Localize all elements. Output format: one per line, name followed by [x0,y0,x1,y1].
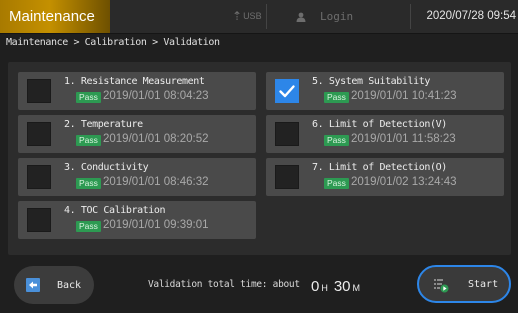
item-timestamp: 2019/01/01 10:41:23 [351,90,457,102]
start-label: Start [468,279,499,290]
checkbox[interactable] [275,122,299,146]
validation-item[interactable]: 7. Limit of Detection(O) Pass 2019/01/02 1… [266,158,504,196]
item-title: 2. Temperature [64,119,143,130]
divider [410,4,411,29]
about-label: about [272,279,300,290]
item-title: 3. Conductivity [64,162,149,173]
login-label: Login [320,10,354,23]
hours-value: 0 [311,278,320,295]
status-badge: Pass [324,135,349,146]
checkbox[interactable] [27,79,51,103]
status-badge: Pass [324,92,349,103]
top-bar: Maintenance ⇡ USB Login 2020/07/28 09:54 [0,0,518,34]
validation-item[interactable]: 5. System Suitability Pass 2019/01/01 10:4… [266,72,504,110]
item-title: 5. System Suitability [312,76,431,87]
status-badge: Pass [76,221,101,232]
status-badge: Pass [76,178,101,189]
item-timestamp: 2019/01/01 08:46:32 [103,176,209,188]
item-title: 7. Limit of Detection(O) [312,162,447,173]
item-title: 6. Limit of Detection(V) [312,119,447,130]
item-timestamp: 2019/01/01 08:20:52 [103,133,209,145]
checkbox[interactable] [275,165,299,189]
start-play-icon [433,277,449,293]
checkmark-icon [276,80,298,102]
usb-indicator: ⇡ USB [232,9,262,23]
page-title: Maintenance [0,0,110,33]
checkbox-checked[interactable] [275,79,299,103]
item-timestamp: 2019/01/02 13:24:43 [351,176,457,188]
minutes-unit: M [352,283,361,293]
back-label: Back [57,279,82,291]
hours-unit: H [321,283,328,293]
clock: 2020/07/28 09:54 [426,10,516,22]
item-timestamp: 2019/01/01 08:04:23 [103,90,209,102]
login-button[interactable]: Login [296,0,353,33]
validation-panel: 1. Resistance Measurement Pass 2019/01/01 … [8,62,511,255]
validation-item[interactable]: 4. TOC Calibration Pass 2019/01/01 09:39:0… [18,201,256,239]
validation-item[interactable]: 3. Conductivity Pass 2019/01/01 08:46:32 [18,158,256,196]
item-timestamp: 2019/01/01 09:39:01 [103,219,209,231]
back-arrow-icon [26,278,40,292]
checkbox[interactable] [27,165,51,189]
divider [266,4,267,29]
minutes-value: 30 [333,278,351,295]
validation-item[interactable]: 1. Resistance Measurement Pass 2019/01/01 … [18,72,256,110]
user-icon [296,12,306,22]
item-title: 4. TOC Calibration [64,205,166,216]
back-button[interactable]: Back [14,266,94,304]
item-timestamp: 2019/01/01 11:58:23 [351,133,456,145]
status-badge: Pass [324,178,349,189]
total-time-value: 0 H 30 M [311,276,366,295]
total-time-label: Validation total time: about [148,279,300,290]
validation-item[interactable]: 2. Temperature Pass 2019/01/01 08:20:52 [18,115,256,153]
total-time-caption: Validation total time: [148,279,268,290]
item-title: 1. Resistance Measurement [64,76,205,87]
checkbox[interactable] [27,122,51,146]
usb-label: USB [243,11,262,21]
status-badge: Pass [76,135,101,146]
status-badge: Pass [76,92,101,103]
checkbox[interactable] [27,208,51,232]
validation-item[interactable]: 6. Limit of Detection(V) Pass 2019/01/01 1… [266,115,504,153]
start-button[interactable]: Start [417,265,511,303]
usb-icon: ⇡ [232,9,243,23]
breadcrumb: Maintenance > Calibration > Validation [6,37,220,48]
